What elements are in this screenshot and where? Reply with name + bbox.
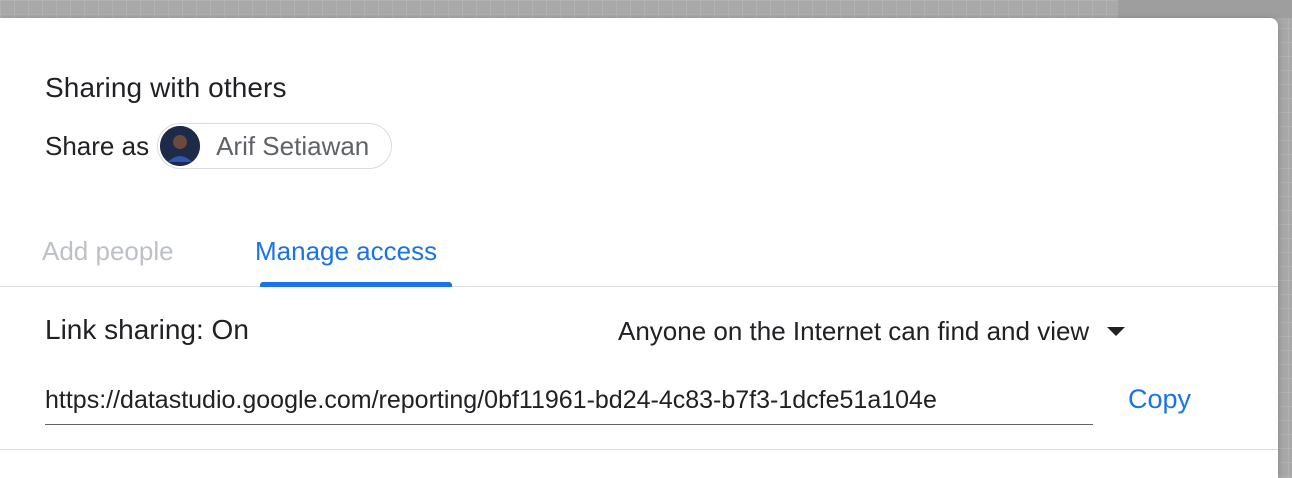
link-sharing-status: Link sharing: On (45, 314, 249, 345)
avatar (160, 126, 201, 166)
tab-add-people[interactable]: Add people (42, 236, 174, 267)
sharing-dialog: Sharing with others Share as Arif Setiaw… (0, 18, 1278, 478)
share-as-label: Share as (45, 130, 150, 161)
caret-down-icon (1107, 327, 1126, 336)
backdrop (1118, 0, 1292, 18)
access-level-dropdown[interactable]: Anyone on the Internet can find and view (618, 316, 1126, 347)
access-level-text: Anyone on the Internet can find and view (618, 316, 1090, 346)
user-name: Arif Setiawan (216, 130, 370, 161)
tab-manage-access[interactable]: Manage access (255, 236, 437, 267)
dialog-title: Sharing with others (45, 72, 287, 103)
tab-bar: Add people Manage access (0, 228, 1278, 287)
bottom-divider (0, 449, 1278, 450)
copy-link-button[interactable]: Copy (1128, 384, 1191, 415)
share-url-field[interactable]: https://datastudio.google.com/reporting/… (45, 382, 1093, 425)
user-avatar-icon (160, 126, 201, 166)
active-tab-indicator (260, 282, 452, 287)
user-chip[interactable]: Arif Setiawan (157, 123, 393, 169)
share-as-row: Share as Arif Setiawan (45, 122, 393, 170)
